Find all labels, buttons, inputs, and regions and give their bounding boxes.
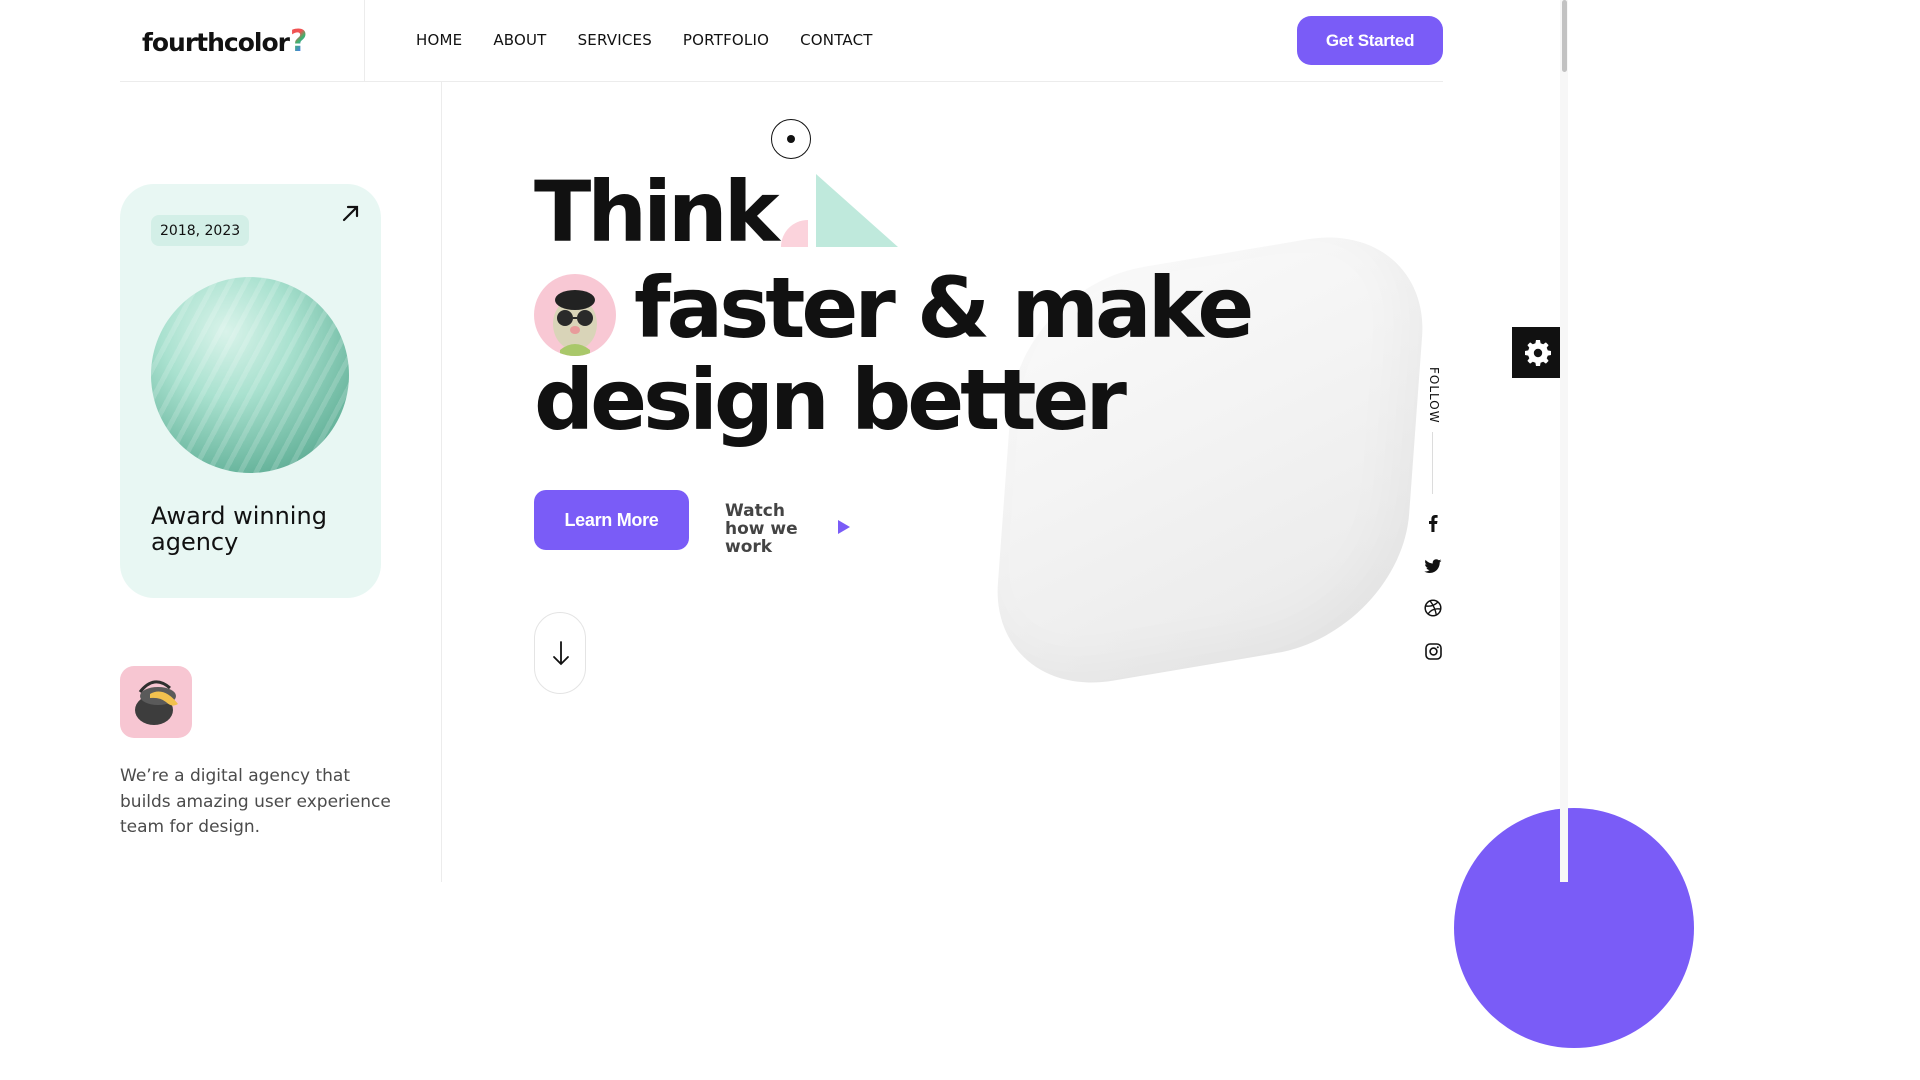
watch-video-label: Watch how we work xyxy=(725,501,798,557)
nav-portfolio[interactable]: PORTFOLIO xyxy=(683,31,769,49)
decorative-dot-circle xyxy=(771,119,811,159)
logo-mark: ? xyxy=(290,24,307,59)
arrow-up-right-icon[interactable] xyxy=(340,202,362,224)
site-logo[interactable]: fourthcolor ? xyxy=(142,24,307,59)
logo-text: fourthcolor xyxy=(142,28,290,57)
settings-button[interactable] xyxy=(1512,327,1564,378)
year-badge: 2018, 2023 xyxy=(151,215,250,246)
agency-description: We’re a digital agency that builds amazi… xyxy=(120,766,391,837)
sculpted-sphere-image xyxy=(151,277,349,473)
award-title: Award winning agency xyxy=(151,502,327,556)
main-nav: HOME ABOUT SERVICES PORTFOLIO CONTACT xyxy=(416,31,873,49)
hero-headline-line-3: design better xyxy=(534,351,1127,449)
get-started-button[interactable]: Get Started xyxy=(1297,16,1443,65)
play-icon xyxy=(837,519,851,539)
follow-divider xyxy=(1432,432,1433,494)
scrollbar[interactable] xyxy=(1560,0,1568,882)
column-divider xyxy=(441,82,442,882)
avatar xyxy=(534,274,616,356)
arrow-down-icon xyxy=(553,641,569,666)
hero-headline-line-2: faster & make xyxy=(634,259,1254,357)
instagram-icon[interactable] xyxy=(1423,641,1443,661)
hero-headline-line-1: Think xyxy=(534,163,780,261)
scrollbar-thumb[interactable] xyxy=(1562,0,1567,72)
gear-icon xyxy=(1525,339,1551,366)
decorative-shapes xyxy=(780,174,900,248)
nav-about[interactable]: ABOUT xyxy=(493,31,546,49)
nav-contact[interactable]: CONTACT xyxy=(800,31,873,49)
dribbble-icon[interactable] xyxy=(1423,598,1443,618)
decorative-corner-shape xyxy=(1454,808,1694,1048)
facebook-icon[interactable] xyxy=(1423,513,1443,533)
watch-video-link[interactable]: Watch how we work xyxy=(725,502,851,556)
twitter-icon[interactable] xyxy=(1423,556,1443,576)
logo-divider xyxy=(364,0,365,81)
scroll-down-button[interactable] xyxy=(534,612,586,694)
nav-home[interactable]: HOME xyxy=(416,31,462,49)
learn-more-button[interactable]: Learn More xyxy=(534,490,689,550)
nav-services[interactable]: SERVICES xyxy=(578,31,652,49)
header-divider xyxy=(120,81,1443,82)
paint-bucket-icon xyxy=(120,666,192,738)
follow-label: FOLLOW xyxy=(1427,367,1441,424)
